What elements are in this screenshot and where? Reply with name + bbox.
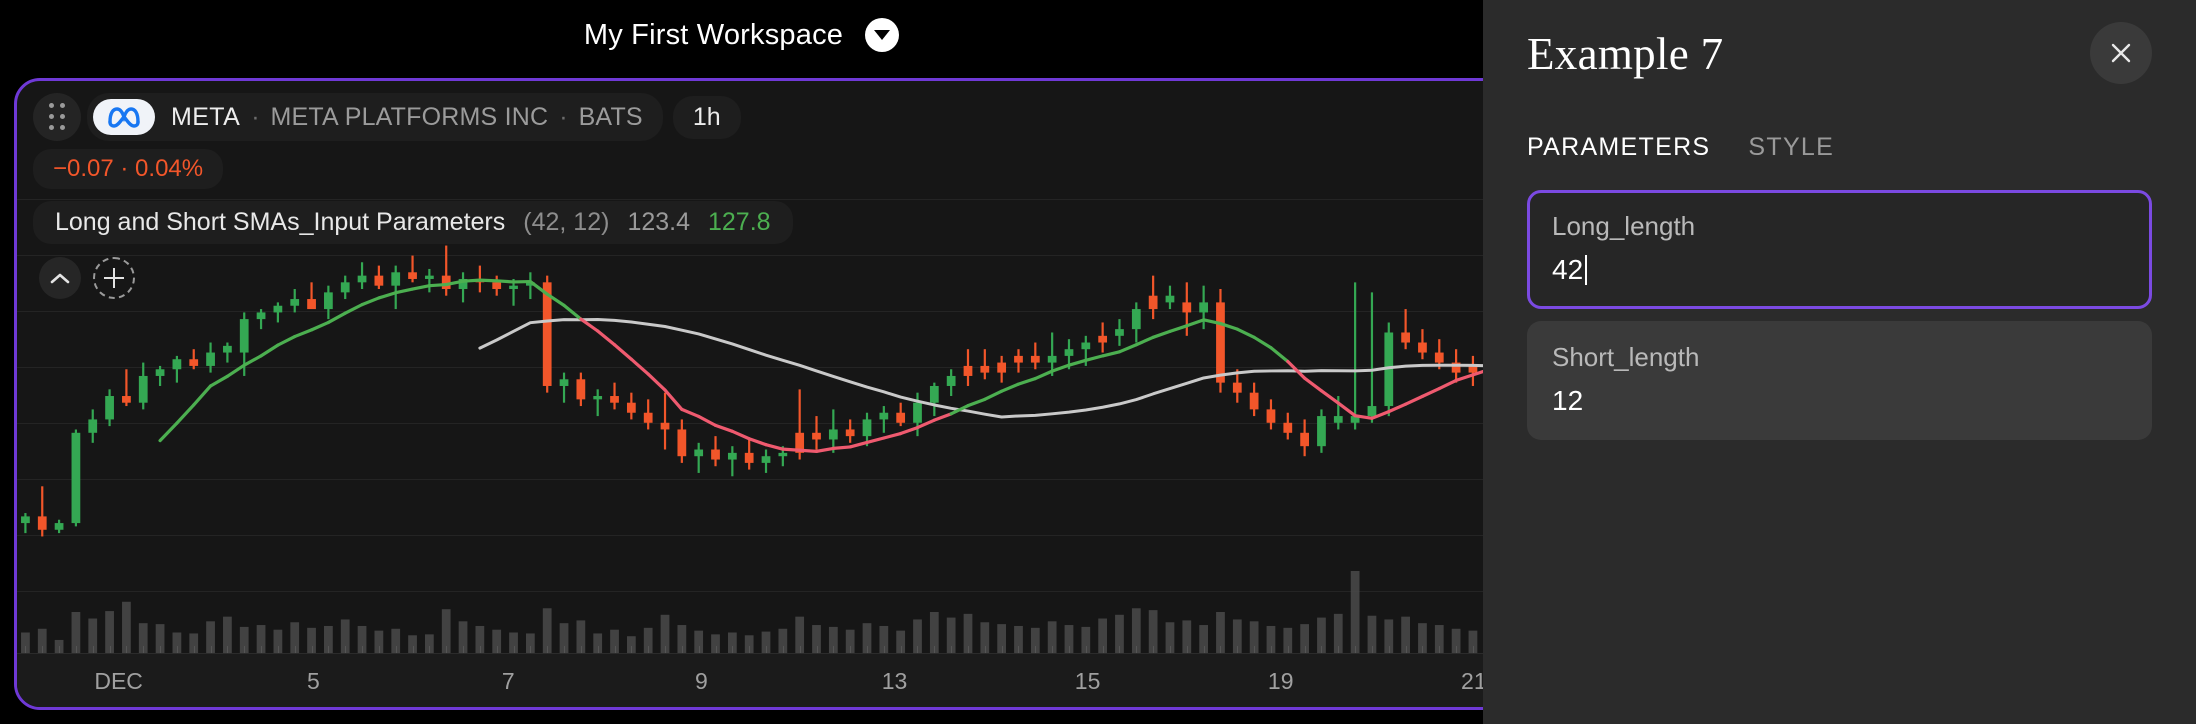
x-tick-label: 7	[501, 668, 515, 694]
panel-title: Example 7	[1527, 29, 1724, 79]
x-tick-label: 21	[1461, 668, 1483, 694]
symbol-header-row: META · META PLATFORMS INC · BATS 1h	[33, 93, 741, 141]
field-long-length-label: Long_length	[1552, 211, 1696, 241]
settings-panel: Example 7 PARAMETERS STYLE Long_length 4…	[1483, 0, 2196, 724]
drag-handle-icon[interactable]	[33, 93, 81, 141]
symbol-separator-2: ·	[559, 102, 568, 131]
tab-parameters[interactable]: PARAMETERS	[1527, 133, 1710, 168]
plus-icon[interactable]	[93, 257, 135, 299]
price-change-badge: −0.07 · 0.04%	[33, 149, 224, 189]
timeframe-badge[interactable]: 1h	[672, 95, 741, 139]
field-long-length[interactable]: Long_length 42	[1527, 190, 2152, 309]
x-axis-ticks	[17, 646, 1483, 653]
x-tick-label: 19	[1267, 668, 1294, 694]
meta-logo-icon	[93, 99, 155, 135]
symbol-ticker: META	[171, 102, 241, 131]
field-short-length[interactable]: Short_length 12	[1527, 321, 2152, 440]
tab-style[interactable]: STYLE	[1748, 133, 1834, 168]
workspace-bar: My First Workspace	[0, 0, 1483, 70]
symbol-pill[interactable]: META · META PLATFORMS INC · BATS	[87, 93, 663, 141]
x-tick-label: 15	[1074, 668, 1101, 694]
chevron-down-icon[interactable]	[865, 18, 900, 52]
x-tick-label: 9	[694, 668, 708, 694]
symbol-separator-1: ·	[251, 102, 260, 131]
candlestick-plot[interactable]	[17, 81, 1483, 710]
parameter-fields: Long_length 42 Short_length 12	[1483, 168, 2196, 440]
workspace-title: My First Workspace	[583, 18, 844, 51]
indicator-name: Long and Short SMAs_Input Parameters	[55, 208, 506, 236]
chart-inner: META · META PLATFORMS INC · BATS 1h −0.0…	[17, 81, 1483, 707]
indicator-toolbar	[39, 257, 135, 299]
app-root: My First Workspace META · META PLATFORMS…	[0, 0, 2196, 724]
long-length-input-text: 42	[1552, 254, 1584, 285]
indicator-value-short: 127.8	[708, 208, 771, 236]
chevron-up-icon[interactable]	[39, 257, 81, 299]
panel-header: Example 7	[1483, 0, 2196, 84]
x-tick-label: 13	[881, 668, 908, 694]
text-cursor	[1585, 255, 1588, 285]
x-axis[interactable]: DEC 5 7 9 13 15 19 21	[17, 653, 1483, 707]
indicator-legend[interactable]: Long and Short SMAs_Input Parameters (42…	[33, 201, 793, 244]
x-tick-label: DEC	[94, 668, 143, 694]
field-short-length-label: Short_length	[1552, 342, 1700, 372]
close-icon[interactable]	[2090, 22, 2152, 84]
indicator-value-long: 123.4	[627, 208, 690, 236]
indicator-args: (42, 12)	[523, 208, 610, 236]
panel-tabs: PARAMETERS STYLE	[1483, 133, 2196, 168]
chart-panel[interactable]: META · META PLATFORMS INC · BATS 1h −0.0…	[14, 78, 1483, 710]
x-tick-label: 5	[307, 668, 320, 694]
symbol-description: META PLATFORMS INC	[270, 102, 549, 131]
field-long-length-value[interactable]: 42	[1552, 254, 2127, 286]
symbol-exchange: BATS	[578, 102, 643, 131]
field-short-length-value: 12	[1552, 385, 1584, 416]
chart-area: My First Workspace META · META PLATFORMS…	[0, 0, 1483, 724]
